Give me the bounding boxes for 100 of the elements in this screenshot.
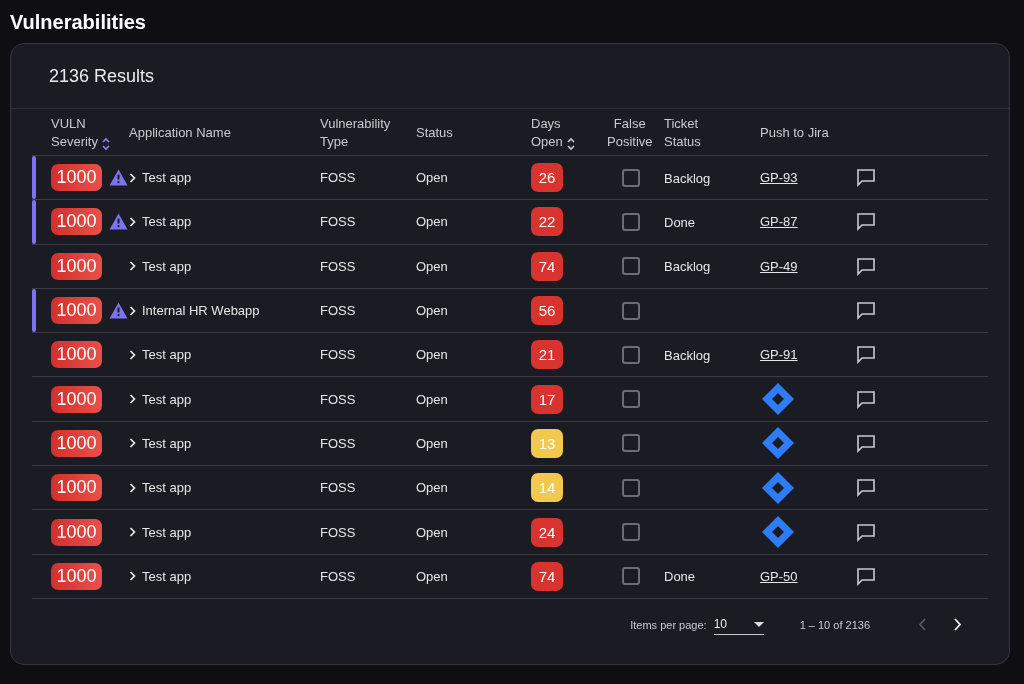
warning-icon: [109, 213, 128, 231]
application-name: Test app: [142, 435, 192, 451]
jira-ticket-link[interactable]: GP-93: [760, 170, 798, 186]
comment-icon[interactable]: [856, 212, 876, 232]
severity-badge: 1000: [51, 562, 102, 590]
column-header: Ticket Status: [664, 115, 701, 151]
days-open-badge: 14: [531, 473, 563, 503]
false-positive-checkbox[interactable]: [621, 523, 640, 541]
status-text: Open: [416, 480, 449, 496]
severity-badge: 1000: [51, 297, 102, 325]
application-name: Test app: [142, 568, 192, 584]
application-name: Test app: [142, 347, 192, 363]
diamond-logo-icon[interactable]: [761, 515, 795, 549]
comment-icon[interactable]: [856, 478, 876, 498]
vulnerability-type: FOSS: [320, 435, 357, 451]
comment-icon[interactable]: [856, 389, 876, 409]
chevron-right-icon[interactable]: [129, 261, 136, 272]
column-header: False Positive: [607, 115, 653, 151]
false-positive-checkbox[interactable]: [621, 212, 640, 231]
ticket-status: Backlog: [664, 259, 711, 275]
vulnerability-type: FOSS: [320, 568, 357, 584]
column-header[interactable]: VULN Severity: [51, 115, 98, 151]
sort-icon[interactable]: [565, 137, 576, 151]
severity-badge: 1000: [51, 208, 102, 236]
jira-ticket-link[interactable]: GP-50: [760, 568, 798, 584]
days-open-badge: 26: [531, 163, 563, 193]
sort-icon[interactable]: [100, 137, 111, 151]
comment-icon[interactable]: [856, 168, 876, 188]
diamond-logo-icon[interactable]: [761, 426, 795, 461]
status-text: Open: [416, 347, 449, 363]
ticket-status: Backlog: [664, 170, 711, 186]
application-name: Test app: [142, 170, 192, 186]
chevron-right-icon[interactable]: [954, 618, 962, 632]
false-positive-checkbox[interactable]: [621, 257, 640, 276]
application-name: Internal HR Webapp: [142, 303, 260, 319]
chevron-right-icon[interactable]: [129, 349, 136, 360]
ticket-status: Done: [664, 569, 696, 585]
status-text: Open: [416, 170, 449, 186]
false-positive-checkbox[interactable]: [621, 567, 640, 586]
false-positive-checkbox[interactable]: [621, 168, 640, 187]
column-header: Push to Jira: [760, 124, 829, 142]
ticket-status: Done: [664, 214, 696, 230]
vulnerability-type: FOSS: [320, 347, 357, 363]
severity-badge: 1000: [51, 341, 102, 369]
items-per-page-label: Items per page:: [630, 618, 707, 631]
column-header: Application Name: [129, 124, 231, 142]
false-positive-checkbox[interactable]: [621, 434, 640, 453]
vulnerability-type: FOSS: [320, 391, 357, 407]
false-positive-checkbox[interactable]: [621, 478, 640, 497]
warning-icon: [109, 169, 128, 187]
jira-ticket-link[interactable]: GP-87: [760, 214, 798, 230]
vulnerability-type: FOSS: [320, 214, 357, 230]
days-open-badge: 24: [531, 517, 563, 547]
vulnerability-type: FOSS: [320, 524, 357, 540]
vulnerability-type: FOSS: [320, 303, 357, 319]
false-positive-checkbox[interactable]: [621, 345, 640, 364]
false-positive-checkbox[interactable]: [621, 390, 640, 409]
page-size-select[interactable]: 10: [713, 614, 764, 636]
comment-icon[interactable]: [856, 522, 876, 542]
severity-badge: 1000: [51, 385, 102, 413]
chevron-right-icon[interactable]: [129, 438, 136, 449]
vulnerability-type: FOSS: [320, 480, 357, 496]
severity-badge: 1000: [51, 518, 102, 546]
chevron-right-icon[interactable]: [129, 172, 136, 183]
days-open-badge: 56: [531, 296, 563, 326]
column-header[interactable]: Days Open: [531, 115, 563, 151]
application-name: Test app: [142, 480, 192, 496]
vulnerability-type: FOSS: [320, 170, 357, 186]
chevron-right-icon[interactable]: [129, 482, 136, 493]
dropdown-caret-icon[interactable]: [753, 621, 764, 627]
comment-icon[interactable]: [856, 256, 876, 276]
chevron-right-icon[interactable]: [129, 305, 136, 316]
chevron-right-icon[interactable]: [129, 394, 136, 405]
status-text: Open: [416, 524, 449, 540]
column-header: Status: [416, 124, 453, 142]
chevron-right-icon[interactable]: [129, 527, 136, 537]
application-name: Test app: [142, 214, 192, 230]
chevron-right-icon[interactable]: [129, 216, 136, 227]
status-text: Open: [416, 303, 449, 319]
status-text: Open: [416, 435, 449, 451]
page-title: Vulnerabilities: [10, 10, 147, 34]
days-open-badge: 74: [531, 251, 563, 281]
comment-icon[interactable]: [856, 433, 876, 453]
severity-badge: 1000: [51, 164, 102, 192]
days-open-badge: 21: [531, 340, 563, 370]
diamond-logo-icon[interactable]: [761, 382, 795, 417]
comment-icon[interactable]: [856, 345, 876, 365]
jira-ticket-link[interactable]: GP-49: [760, 258, 798, 274]
chevron-right-icon[interactable]: [129, 571, 136, 582]
jira-ticket-link[interactable]: GP-91: [760, 347, 798, 363]
severity-badge: 1000: [51, 474, 102, 502]
diamond-logo-icon[interactable]: [761, 470, 795, 505]
warning-icon: [109, 302, 128, 320]
vulnerability-type: FOSS: [320, 258, 357, 274]
application-name: Test app: [142, 524, 192, 540]
application-name: Test app: [142, 258, 192, 274]
days-open-badge: 74: [531, 561, 563, 591]
false-positive-checkbox[interactable]: [621, 301, 640, 320]
comment-icon[interactable]: [856, 566, 876, 586]
comment-icon[interactable]: [856, 301, 876, 321]
